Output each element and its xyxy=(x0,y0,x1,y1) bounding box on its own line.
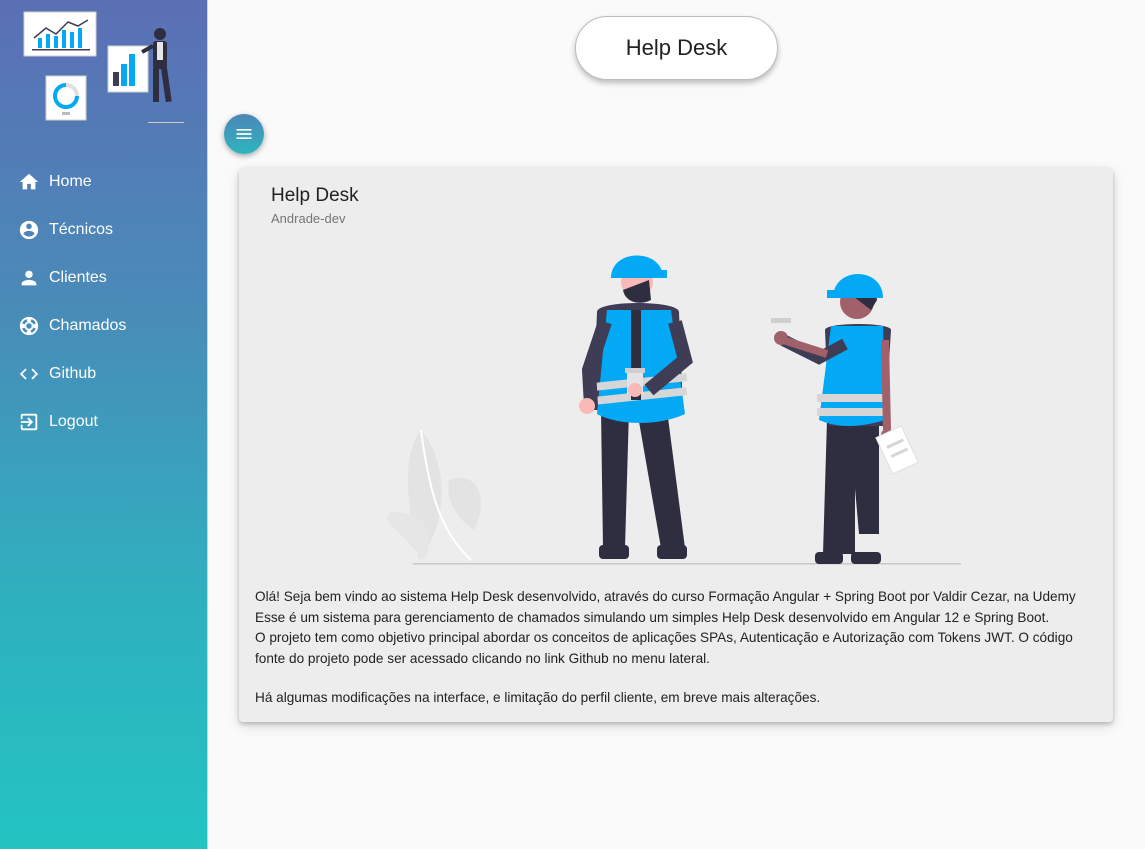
code-icon xyxy=(19,368,39,380)
sidebar-item-label: Github xyxy=(49,365,97,382)
sidebar-item-tecnicos[interactable]: Técnicos xyxy=(0,206,208,254)
logout-icon xyxy=(20,413,38,431)
workers-illustration xyxy=(387,255,961,565)
sidebar-item-chamados[interactable]: Chamados xyxy=(0,302,208,350)
welcome-card: Help Desk Andrade-dev Olá! Seja bem vind… xyxy=(239,168,1113,722)
sidebar-item-home[interactable]: Home xyxy=(0,158,208,206)
page-title: Help Desk xyxy=(575,16,778,80)
sidebar-item-clientes[interactable]: Clientes xyxy=(0,254,208,302)
sidebar-item-label: Home xyxy=(49,173,92,190)
sidebar-item-label: Chamados xyxy=(49,317,127,334)
menu-icon xyxy=(236,129,252,139)
card-subtitle: Andrade-dev xyxy=(271,211,346,226)
sidebar-item-label: Logout xyxy=(49,413,98,430)
support-icon xyxy=(19,316,39,336)
menu-toggle-button[interactable] xyxy=(224,114,264,154)
description-paragraph: Olá! Seja bem vindo ao sistema Help Desk… xyxy=(255,589,1076,604)
account-circle-icon xyxy=(19,220,39,240)
description-paragraph: O projeto tem como objetivo principal ab… xyxy=(255,630,1073,666)
description-paragraph: Há algumas modificações na interface, e … xyxy=(255,690,821,705)
person-icon xyxy=(21,270,37,286)
sidebar-item-logout[interactable]: Logout xyxy=(0,398,208,446)
sidebar-item-github[interactable]: Github xyxy=(0,350,208,398)
dashboard-illustration-logo xyxy=(23,11,184,123)
sidebar-item-label: Técnicos xyxy=(49,221,114,238)
home-icon xyxy=(19,173,39,190)
sidebar-nav: Home Técnicos Clientes Chamados Github L… xyxy=(0,158,208,446)
sidebar: Home Técnicos Clientes Chamados Github L… xyxy=(0,0,208,849)
card-description: Olá! Seja bem vindo ao sistema Help Desk… xyxy=(255,587,1101,709)
description-paragraph: Esse é um sistema para gerenciamento de … xyxy=(255,609,1050,625)
sidebar-item-label: Clientes xyxy=(49,269,107,286)
card-title: Help Desk xyxy=(271,185,359,206)
